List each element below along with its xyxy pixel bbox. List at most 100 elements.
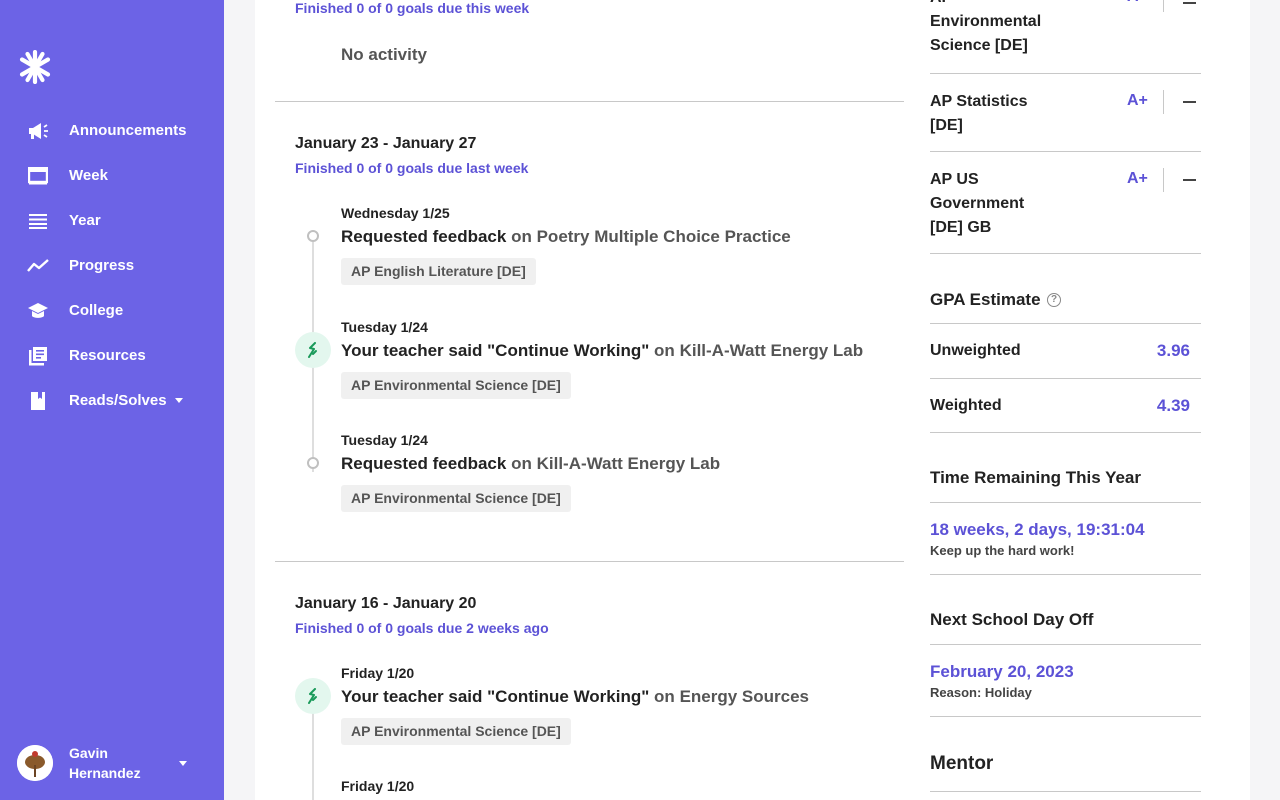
trend-icon [26, 254, 50, 278]
grade-separator [1163, 90, 1164, 114]
event-action: Your teacher said "Continue Working" [341, 687, 650, 706]
time-remaining-value: 18 weeks, 2 days, 19:31:04 [930, 520, 1145, 539]
sidebar-item-progress[interactable]: Progress [0, 243, 224, 288]
divider [930, 716, 1201, 717]
course-name[interactable]: AP US Government [DE] GB [930, 168, 1050, 240]
event-target[interactable]: Kill-A-Watt Energy Lab [680, 341, 864, 360]
course-grade[interactable]: A+ [1127, 0, 1148, 6]
help-icon[interactable]: ? [1047, 293, 1061, 307]
sidebar-item-label: Progress [69, 257, 135, 274]
event-title[interactable]: Your teacher said "Continue Working" on … [341, 341, 863, 361]
event-target[interactable]: Kill-A-Watt Energy Lab [537, 454, 721, 473]
gpa-title: GPA Estimate [930, 290, 1041, 309]
event-target[interactable]: Energy Sources [680, 687, 809, 706]
event-on: on [654, 687, 675, 706]
event-action: Your teacher said "Continue Working" [341, 341, 650, 360]
divider [930, 151, 1201, 152]
course-chip[interactable]: AP English Literature [DE] [341, 258, 536, 285]
event-date: Tuesday 1/24 [341, 319, 428, 335]
resources-icon [26, 344, 50, 368]
sidebar-item-label: Resources [69, 347, 146, 364]
gpa-unweighted-label: Unweighted [930, 342, 1021, 359]
sidebar-item-label: Announcements [69, 122, 187, 139]
event-action: Requested feedback [341, 227, 507, 246]
divider [275, 561, 904, 562]
collapse-icon[interactable] [1183, 2, 1196, 4]
week-summary: Finished 0 of 0 goals due 2 weeks ago [295, 620, 549, 636]
event-target[interactable]: Poetry Multiple Choice Practice [537, 227, 791, 246]
collapse-icon[interactable] [1183, 101, 1196, 103]
sidebar-nav: Announcements Week Year Progress College [0, 108, 224, 423]
event-on: on [654, 341, 675, 360]
divider [930, 253, 1201, 254]
sidebar-item-label: Week [69, 167, 108, 184]
week-icon [26, 164, 50, 188]
next-day-off-reason: Reason: Holiday [930, 685, 1032, 700]
week-title: January 16 - January 20 [295, 595, 477, 612]
event-title[interactable]: Requested feedback on Poetry Multiple Ch… [341, 227, 791, 247]
next-day-off-date: February 20, 2023 [930, 662, 1074, 681]
week-summary: Finished 0 of 0 goals due last week [295, 160, 529, 176]
logo-asterisk-icon[interactable] [18, 50, 52, 84]
collapse-icon[interactable] [1183, 179, 1196, 181]
event-on: on [511, 454, 532, 473]
event-date: Tuesday 1/24 [341, 432, 428, 448]
timeline-dot [307, 230, 319, 242]
event-date: Wednesday 1/25 [341, 205, 450, 221]
divider [930, 502, 1201, 503]
course-name[interactable]: AP Environmental Science [DE] [930, 0, 1050, 58]
course-grade[interactable]: A+ [1127, 170, 1148, 188]
timeline-line [312, 710, 314, 800]
week-summary: Finished 0 of 0 goals due this week [295, 0, 530, 16]
sidebar-item-label: Reads/Solves [69, 392, 167, 409]
course-chip[interactable]: AP Environmental Science [DE] [341, 718, 571, 745]
gpa-unweighted-value: 3.96 [1156, 341, 1190, 360]
sidebar-item-college[interactable]: College [0, 288, 224, 333]
grade-separator [1163, 0, 1164, 12]
graduation-cap-icon [26, 299, 50, 323]
sidebar-item-reads-solves[interactable]: Reads/Solves [0, 378, 224, 423]
mentor-title: Mentor [930, 753, 994, 774]
sidebar-item-resources[interactable]: Resources [0, 333, 224, 378]
sidebar-item-label: Year [69, 212, 101, 229]
divider [930, 432, 1201, 433]
sidebar-item-label: College [69, 302, 124, 319]
course-grade[interactable]: A+ [1127, 92, 1148, 110]
event-date: Friday 1/20 [341, 778, 415, 794]
time-remaining-title: Time Remaining This Year [930, 468, 1142, 487]
course-chip[interactable]: AP Environmental Science [DE] [341, 485, 571, 512]
timeline-dot [307, 457, 319, 469]
book-icon [26, 389, 50, 413]
time-remaining-note: Keep up the hard work! [930, 543, 1075, 558]
divider [930, 378, 1201, 379]
sidebar: Announcements Week Year Progress College [0, 0, 224, 800]
continue-working-icon [295, 332, 331, 368]
event-date: Friday 1/20 [341, 665, 415, 681]
sidebar-item-week[interactable]: Week [0, 153, 224, 198]
chevron-down-icon [174, 398, 183, 403]
gpa-weighted-value: 4.39 [1156, 396, 1190, 415]
event-title[interactable]: Your teacher said "Continue Working" on … [341, 687, 809, 707]
event-title[interactable]: Requested feedback on Kill-A-Watt Energy… [341, 454, 720, 474]
no-activity-text: No activity [341, 45, 427, 64]
sidebar-item-announcements[interactable]: Announcements [0, 108, 224, 153]
divider [930, 574, 1201, 575]
megaphone-icon [26, 119, 50, 143]
sidebar-item-year[interactable]: Year [0, 198, 224, 243]
divider [275, 101, 904, 102]
list-icon [26, 209, 50, 233]
next-day-off-title: Next School Day Off [930, 610, 1094, 629]
gpa-weighted-label: Weighted [930, 397, 1002, 414]
course-name[interactable]: AP Statistics [DE] [930, 90, 1050, 138]
user-name: Gavin Hernandez [69, 745, 141, 781]
chevron-down-icon [179, 760, 187, 766]
divider [930, 323, 1201, 324]
event-action: Requested feedback [341, 454, 507, 473]
course-chip[interactable]: AP Environmental Science [DE] [341, 372, 571, 399]
week-title: January 23 - January 27 [295, 135, 477, 152]
user-menu[interactable]: Gavin Hernandez [17, 742, 217, 784]
avatar [17, 745, 53, 781]
event-on: on [511, 227, 532, 246]
continue-working-icon [295, 678, 331, 714]
divider [930, 644, 1201, 645]
